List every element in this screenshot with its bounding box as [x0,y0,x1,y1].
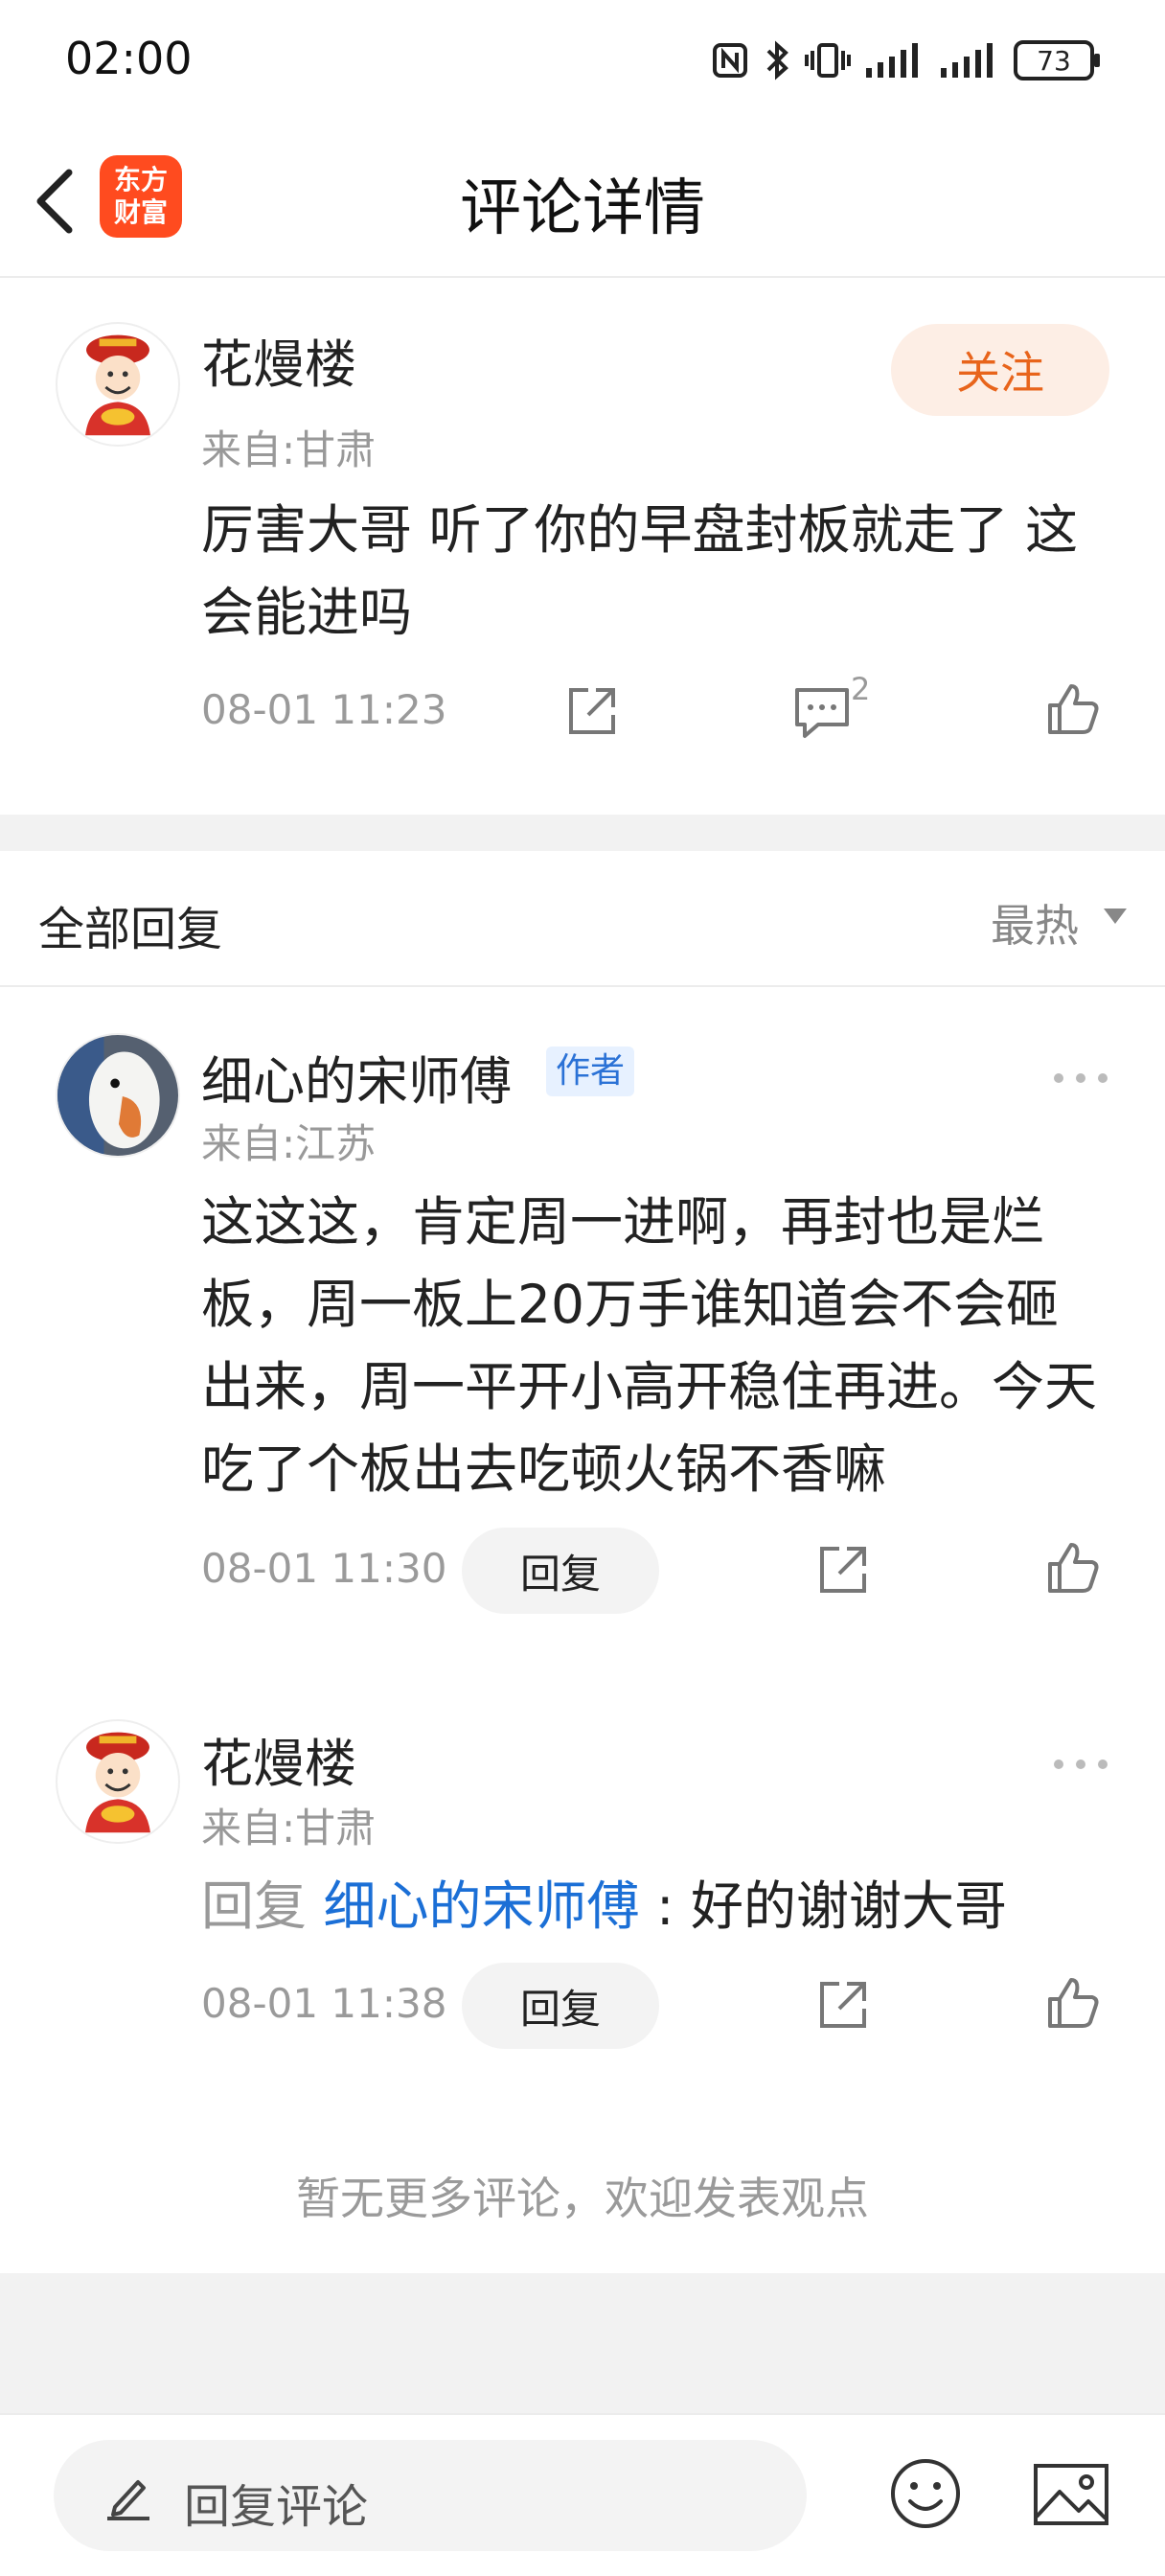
reply-rest: : 好的谢谢大哥 [639,1875,1007,1937]
username[interactable]: 花熳楼 [201,1721,356,1797]
nfc-icon [713,43,747,78]
more-icon[interactable] [1052,1071,1109,1085]
image-icon[interactable] [1033,2463,1109,2526]
location: 来自:甘肃 [201,426,377,473]
location: 来自:江苏 [201,1120,377,1167]
reply-text: 回复 细心的宋师傅 : 好的谢谢大哥 [201,1865,1121,1947]
goose-avatar-icon [57,1035,178,1156]
status-icons: 73 [711,36,1100,84]
caishen-avatar-icon [85,334,150,436]
like-icon[interactable] [1044,680,1102,738]
username[interactable]: 花熳楼 [201,322,356,398]
caishen-avatar-icon [85,1732,150,1833]
reply-button[interactable]: 回复 [462,1528,659,1614]
replies-header: 全部回复 最热 [0,851,1165,987]
reply-time: 08-01 11:38 [201,1980,447,2027]
emoji-icon[interactable] [889,2457,962,2530]
comment-icon[interactable] [791,684,853,740]
more-icon[interactable] [1052,1758,1109,1771]
battery-indicator: 73 [1014,40,1100,80]
reply-input[interactable]: 回复评论 [54,2440,807,2551]
mention-link[interactable]: 细心的宋师傅 [323,1875,639,1937]
reply-prefix: 回复 [201,1875,324,1937]
bottom-bar: 回复评论 [0,2413,1165,2576]
status-bar: 02:00 73 [0,0,1165,125]
vibrate-icon [805,43,851,78]
no-more-comments: 暂无更多评论，欢迎发表观点 [296,2173,869,2224]
comment-detail-page: 02:00 73 东方 财富 评论详情 花熳楼 来自:甘肃 关注 厉害大哥 听了… [0,0,1165,2576]
avatar[interactable] [56,1033,180,1158]
reply-time: 08-01 11:30 [201,1545,447,1592]
reply-input-placeholder: 回复评论 [184,2480,369,2534]
bluetooth-icon [766,40,788,80]
triangle-down-icon[interactable] [1104,908,1127,924]
share-icon[interactable] [814,1976,872,2034]
reply-count: 2 [851,671,871,707]
author-badge: 作者 [546,1046,635,1096]
reply-item: 细心的宋师傅 作者 来自:江苏 这这这，肯定周一进啊，再封也是烂板，周一板上20… [0,987,1165,1614]
sort-dropdown[interactable]: 最热 [991,891,1079,954]
avatar[interactable] [56,1719,180,1844]
comment-time: 08-01 11:23 [201,686,447,733]
replies-list: 细心的宋师傅 作者 来自:江苏 这这这，肯定周一进啊，再封也是烂板，周一板上20… [0,987,1165,2273]
follow-button[interactable]: 关注 [891,324,1109,416]
like-icon[interactable] [1044,1539,1102,1597]
signal-icon-1 [866,43,918,78]
username[interactable]: 细心的宋师傅 [201,1039,512,1115]
location: 来自:甘肃 [201,1805,377,1852]
comment-text: 厉害大哥 听了你的早盘封板就走了 这会能进吗 [201,499,1078,643]
share-icon[interactable] [814,1541,872,1598]
pen-icon [107,2480,149,2520]
page-title: 评论详情 [460,173,705,244]
header: 东方 财富 评论详情 [0,125,1165,278]
signal-icon-2 [941,43,993,78]
avatar[interactable] [56,322,180,447]
replies-title: 全部回复 [38,903,223,956]
main-comment: 花熳楼 来自:甘肃 关注 厉害大哥 听了你的早盘封板就走了 这会能进吗 08-0… [0,278,1165,815]
reply-button[interactable]: 回复 [462,1963,659,2049]
like-icon[interactable] [1044,1974,1102,2032]
reply-item: 花熳楼 来自:甘肃 回复 细心的宋师傅 : 好的谢谢大哥 08-01 11:38… [0,1687,1165,2089]
share-icon[interactable] [563,682,621,740]
reply-text: 这这这，肯定周一进啊，再封也是烂板，周一板上20万手谁知道会不会砸出来，周一平开… [201,1191,1098,1500]
status-time: 02:00 [65,33,193,84]
